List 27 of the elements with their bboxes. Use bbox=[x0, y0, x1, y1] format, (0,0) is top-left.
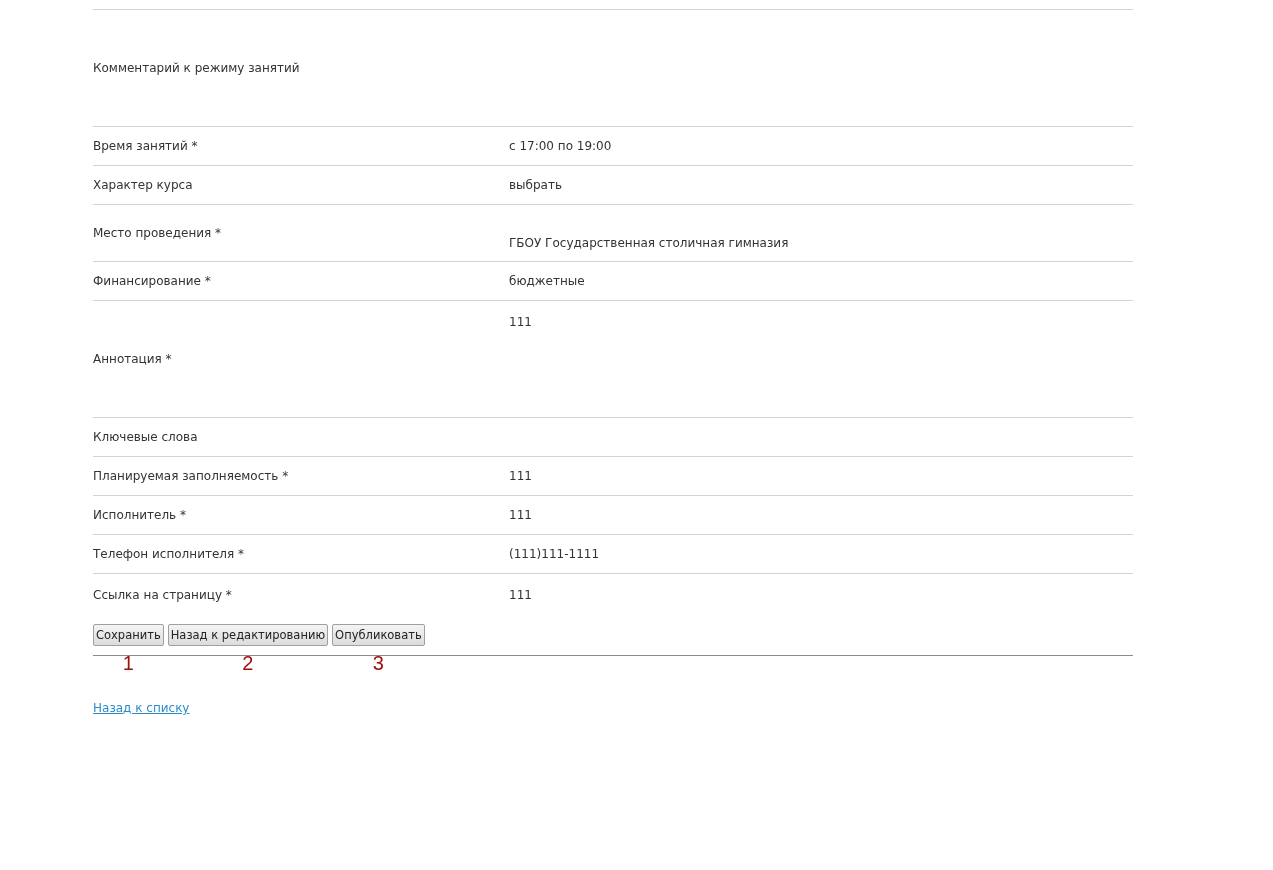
form-button[interactable]: Назад к редактированию bbox=[167, 624, 329, 646]
field-value: 111 bbox=[509, 586, 533, 603]
field-value: 111 bbox=[509, 468, 533, 484]
field-label: Место проведения * bbox=[93, 225, 223, 242]
field-label: Ключевые слова bbox=[93, 429, 199, 445]
field-label: Финансирование * bbox=[93, 273, 212, 289]
field-value: 111 bbox=[509, 314, 533, 331]
number-annotation: 1 bbox=[122, 652, 134, 674]
field-value: 111 bbox=[509, 507, 533, 523]
field-label: Планируемая заполняемость * bbox=[93, 468, 290, 484]
field-label: Ссылка на страницу * bbox=[93, 586, 233, 603]
field-value: выбрать bbox=[509, 177, 563, 193]
number-annotation: 2 bbox=[242, 652, 254, 674]
field-label: Исполнитель * bbox=[93, 507, 187, 523]
field-value: бюджетные bbox=[509, 273, 586, 289]
back-link[interactable]: Назад к списку bbox=[93, 701, 190, 715]
field-label: Характер курса bbox=[93, 177, 194, 193]
field-value: (111)111-1111 bbox=[509, 546, 601, 562]
field-label: Аннотация * bbox=[93, 351, 173, 367]
field-value: с 17:00 по 19:00 bbox=[509, 138, 613, 154]
form-button[interactable]: Сохранить bbox=[93, 624, 164, 646]
field-label: Телефон исполнителя * bbox=[93, 546, 245, 562]
number-annotation: 3 bbox=[372, 652, 384, 674]
field-label: Комментарий к режиму занятий bbox=[93, 60, 301, 76]
field-label: Время занятий * bbox=[93, 138, 199, 154]
form-button[interactable]: Опубликовать bbox=[332, 624, 425, 646]
field-value: ГБОУ Государственная столичная гимназия bbox=[509, 235, 790, 252]
